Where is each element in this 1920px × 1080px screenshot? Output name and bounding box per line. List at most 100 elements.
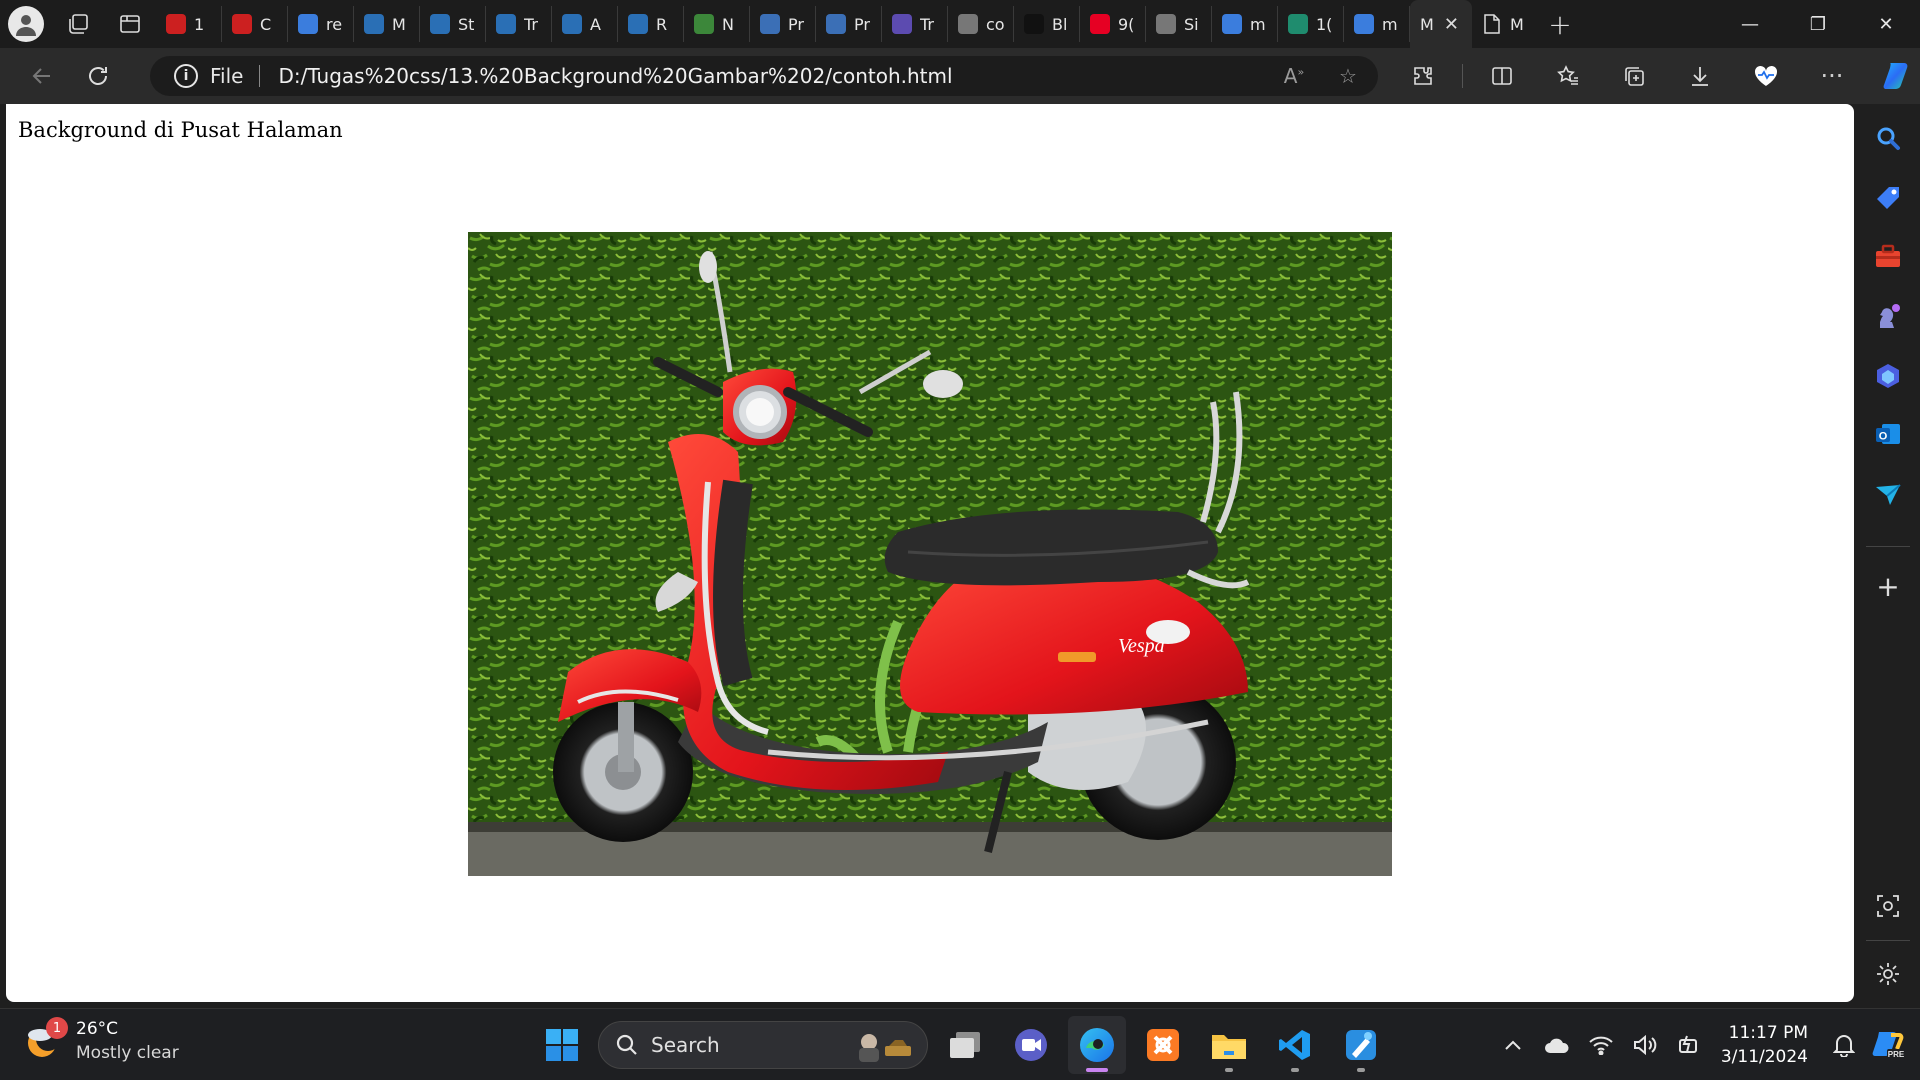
tab-label: m xyxy=(1250,14,1266,34)
battery-button[interactable] xyxy=(1667,1034,1711,1056)
shopping-tag-icon xyxy=(1877,187,1899,209)
tab-active[interactable]: M ✕ xyxy=(1410,0,1472,48)
tab-item[interactable]: Pr xyxy=(816,6,882,42)
browser-essentials-button[interactable] xyxy=(1733,56,1799,96)
copilot-tray-button[interactable]: PRE xyxy=(1866,1029,1910,1061)
tab-item[interactable]: Si xyxy=(1146,6,1212,42)
clock-date: 3/11/2024 xyxy=(1720,1047,1808,1067)
file-explorer-button[interactable] xyxy=(1200,1016,1258,1074)
downloads-button[interactable] xyxy=(1667,56,1733,96)
tab-label: Tr xyxy=(524,14,538,34)
more-dots-icon: ··· xyxy=(1820,62,1844,90)
close-window-button[interactable]: ✕ xyxy=(1852,0,1920,48)
favorites-button[interactable] xyxy=(1535,56,1601,96)
toolbar-actions: ··· xyxy=(1390,56,1920,96)
profile-avatar-icon xyxy=(8,6,44,42)
tab-item[interactable]: N xyxy=(684,6,750,42)
split-screen-button[interactable] xyxy=(1469,56,1535,96)
tab-item[interactable]: Pr xyxy=(750,6,816,42)
dark-thumb-icon xyxy=(1024,14,1044,34)
refresh-button[interactable] xyxy=(72,56,124,96)
search-icon xyxy=(1354,14,1374,34)
tab-item[interactable]: 9( xyxy=(1080,6,1146,42)
tab-item[interactable]: co xyxy=(948,6,1014,42)
sidebar-add-button[interactable]: + xyxy=(1872,570,1904,603)
minimize-button[interactable]: — xyxy=(1716,0,1784,48)
taskbar-clock[interactable]: 11:17 PM 3/11/2024 xyxy=(1721,1021,1808,1069)
sidebar-search-button[interactable] xyxy=(1872,122,1904,154)
xampp-button[interactable] xyxy=(1134,1016,1192,1074)
tab-item[interactable]: M xyxy=(354,6,420,42)
tab-item[interactable]: re xyxy=(288,6,354,42)
tab-item[interactable]: 1 xyxy=(156,6,222,42)
address-url[interactable]: D:/Tugas%20css/13.%20Background%20Gambar… xyxy=(278,64,952,88)
tab-item[interactable]: St xyxy=(420,6,486,42)
read-aloud-icon[interactable]: A» xyxy=(1274,64,1314,88)
sidebar-settings-button[interactable] xyxy=(1872,958,1904,990)
tab-label: St xyxy=(458,14,475,34)
tab-extra[interactable]: M xyxy=(1472,6,1538,42)
sidebar-tools-button[interactable] xyxy=(1872,240,1904,272)
task-view-button[interactable] xyxy=(936,1016,994,1074)
more-menu-button[interactable]: ··· xyxy=(1799,56,1865,96)
restore-button[interactable]: ❐ xyxy=(1784,0,1852,48)
tab-item[interactable]: C xyxy=(222,6,288,42)
download-icon xyxy=(1692,67,1708,86)
sidebar-drop-button[interactable] xyxy=(1872,478,1904,510)
page-viewport: Background di Pusat Halaman Vespa xyxy=(6,104,1854,1002)
tab-item[interactable]: Tr xyxy=(486,6,552,42)
tab-label: 1( xyxy=(1316,14,1333,34)
folder-icon xyxy=(1212,1035,1246,1059)
cloud-icon xyxy=(1544,1038,1569,1053)
file-icon xyxy=(1156,14,1176,34)
extensions-button[interactable] xyxy=(1390,56,1456,96)
show-hidden-icons-button[interactable] xyxy=(1491,1039,1535,1051)
edge-taskbar-button[interactable] xyxy=(1068,1016,1126,1074)
tab-item[interactable]: R xyxy=(618,6,684,42)
profile-button[interactable] xyxy=(0,0,52,48)
teams-meet-button[interactable] xyxy=(1002,1016,1060,1074)
tab-item[interactable]: A xyxy=(552,6,618,42)
address-bar[interactable]: i File D:/Tugas%20css/13.%20Background%2… xyxy=(150,56,1378,96)
start-button[interactable] xyxy=(534,1017,590,1073)
collections-button[interactable] xyxy=(1601,56,1667,96)
tab-label: co xyxy=(986,14,1005,34)
site-info-icon[interactable]: i xyxy=(174,64,198,88)
sidebar-shopping-button[interactable] xyxy=(1872,182,1904,214)
sidebar-screenshot-button[interactable] xyxy=(1872,890,1904,922)
sidebar-outlook-button[interactable]: O xyxy=(1872,418,1904,450)
taskbar-apps: Search xyxy=(534,1009,1390,1080)
system-tray: 11:17 PM 3/11/2024 PRE xyxy=(1491,1009,1920,1080)
tab-item[interactable]: Tr xyxy=(882,6,948,42)
back-arrow-icon xyxy=(32,68,50,84)
tab-item[interactable]: m xyxy=(1212,6,1278,42)
volume-button[interactable] xyxy=(1623,1035,1667,1055)
tab-label: M xyxy=(1420,14,1434,34)
network-button[interactable] xyxy=(1579,1035,1623,1055)
copilot-button[interactable] xyxy=(1865,56,1920,96)
list-icon xyxy=(892,14,912,34)
tab-item[interactable]: m xyxy=(1344,6,1410,42)
notifications-button[interactable] xyxy=(1822,1033,1866,1057)
sidebar-games-button[interactable] xyxy=(1872,300,1904,332)
tab-actions-button[interactable] xyxy=(104,0,156,48)
onedrive-button[interactable] xyxy=(1535,1036,1579,1054)
tab-item[interactable]: Bl xyxy=(1014,6,1080,42)
taskbar-search[interactable]: Search xyxy=(598,1021,928,1069)
tab-label: C xyxy=(260,14,272,34)
vscode-button[interactable] xyxy=(1266,1016,1324,1074)
tab-item[interactable]: 1( xyxy=(1278,6,1344,42)
vscode-icon xyxy=(1279,1030,1310,1060)
new-tab-button[interactable]: + xyxy=(1538,2,1582,46)
workspaces-button[interactable] xyxy=(52,0,104,48)
paint-button[interactable] xyxy=(1332,1016,1390,1074)
sidebar-copilot-button[interactable] xyxy=(1872,360,1904,392)
favorite-star-icon[interactable]: ☆ xyxy=(1328,64,1368,88)
toolbox-icon xyxy=(1876,244,1900,267)
back-button[interactable] xyxy=(16,56,68,96)
weather-widget[interactable]: 1 26°C Mostly clear xyxy=(24,1017,179,1063)
react-icon xyxy=(496,14,516,34)
close-tab-icon[interactable]: ✕ xyxy=(1444,14,1459,35)
youtube-icon xyxy=(232,14,252,34)
react-icon xyxy=(364,14,384,34)
